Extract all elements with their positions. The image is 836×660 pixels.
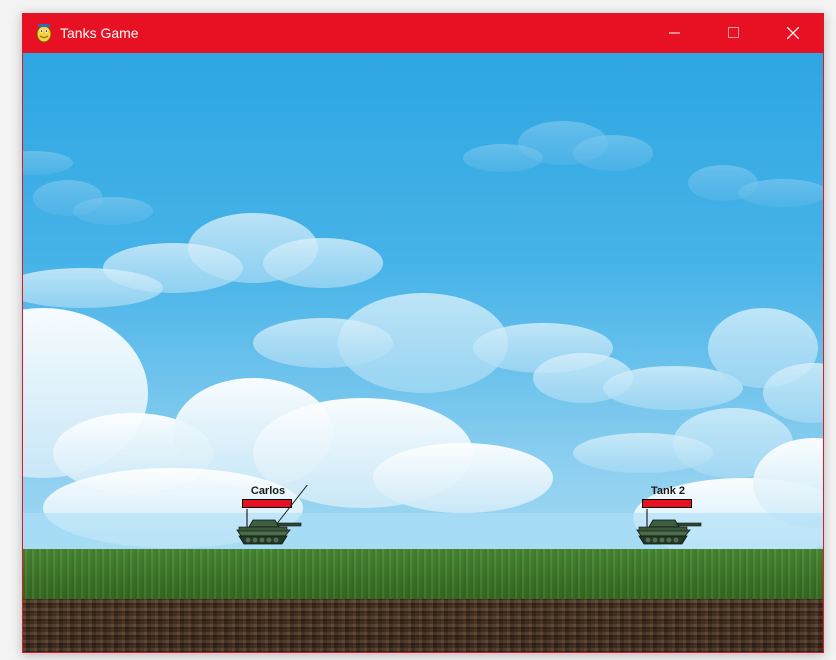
player-2-name: Tank 2 (650, 485, 686, 497)
dirt-ground (23, 599, 823, 652)
close-icon (787, 27, 799, 39)
player-tank-1: Carlos (235, 485, 325, 565)
game-canvas[interactable]: Carlos Tank 2 (23, 53, 823, 652)
tank-1-icon (236, 509, 302, 545)
game-window: Tanks Game Carlos Tank 2 (22, 13, 824, 653)
window-title: Tanks Game (60, 25, 139, 41)
maximize-button[interactable] (712, 14, 758, 53)
maximize-icon (728, 27, 739, 38)
pygame-snake-icon (36, 24, 52, 43)
minimize-button[interactable] (653, 14, 699, 53)
minimize-icon (669, 32, 680, 34)
close-button[interactable] (771, 14, 817, 53)
title-bar[interactable]: Tanks Game (23, 14, 823, 53)
player-tank-2: Tank 2 (635, 485, 725, 565)
tank-2-icon (636, 509, 702, 545)
